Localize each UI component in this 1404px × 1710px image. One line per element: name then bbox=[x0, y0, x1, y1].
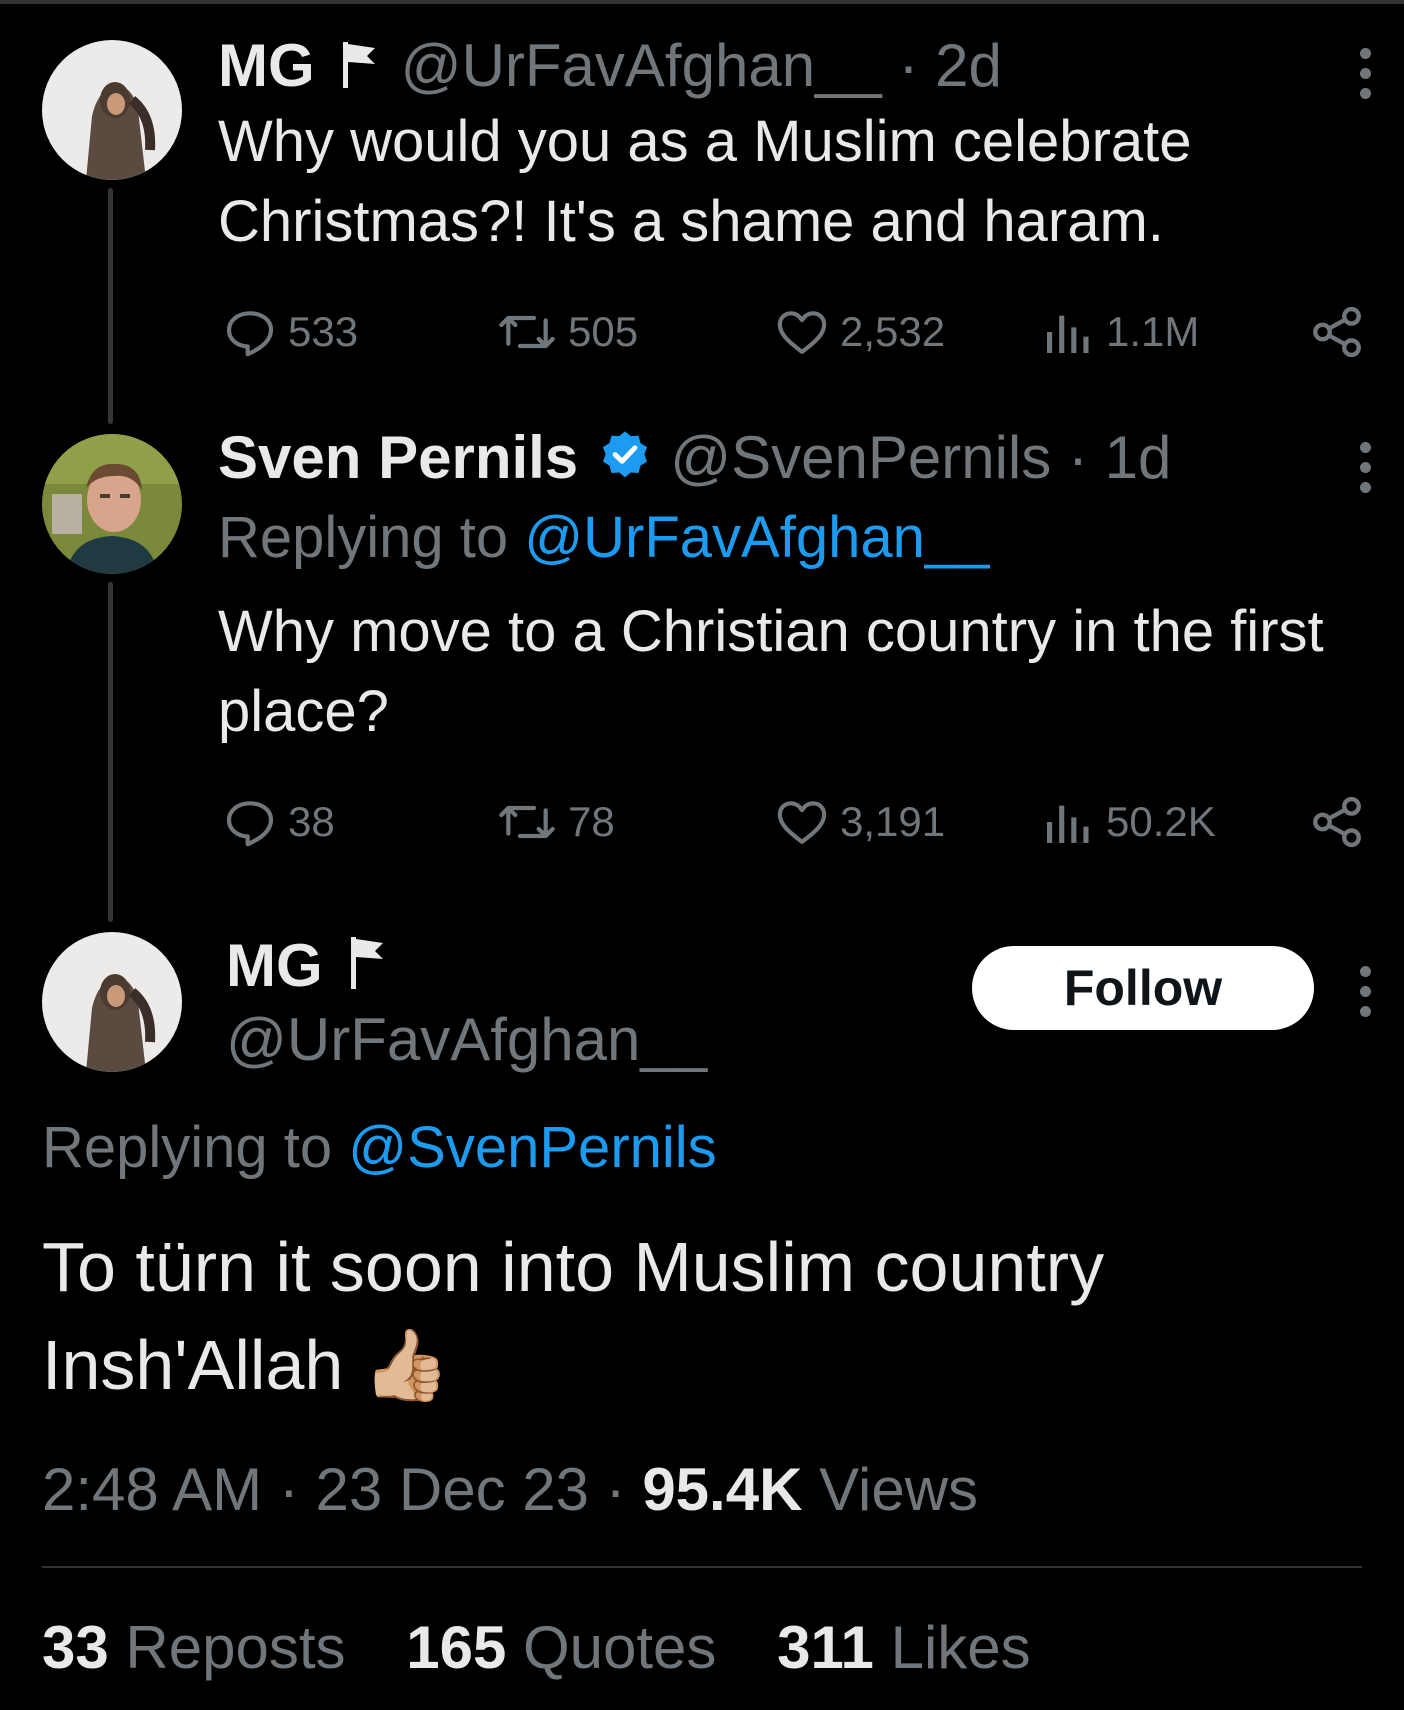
views-count: 1.1M bbox=[1106, 308, 1200, 355]
thread-connector-2 bbox=[108, 582, 113, 922]
avatar-mg-image bbox=[42, 40, 182, 180]
main-views-label: Views bbox=[802, 1456, 979, 1523]
share-button[interactable] bbox=[1308, 792, 1376, 852]
tweet2-more-icon[interactable] bbox=[1360, 442, 1374, 502]
tweet1-text: Why would you as a Muslim celebrate Chri… bbox=[218, 109, 1192, 254]
tweet2-text: Why move to a Christian country in the f… bbox=[218, 599, 1324, 744]
views-button[interactable]: 1.1M bbox=[1040, 302, 1199, 362]
reply-icon bbox=[226, 311, 274, 357]
main-tweet-text-content: To türn it soon into Muslim country Insh… bbox=[42, 1228, 1105, 1404]
quotes-stat[interactable]: 165 Quotes bbox=[406, 1614, 716, 1681]
follow-button[interactable]: Follow bbox=[972, 946, 1314, 1030]
tweet2-replying-to: Replying to @UrFavAfghan__ bbox=[218, 502, 989, 574]
main-more-icon[interactable] bbox=[1360, 966, 1374, 1026]
repost-button[interactable]: 505 bbox=[496, 302, 638, 362]
reply-button[interactable]: 38 bbox=[222, 792, 335, 852]
reply-button[interactable]: 533 bbox=[222, 302, 358, 362]
separator-dot: · bbox=[605, 1456, 626, 1523]
avatar-mg-main[interactable] bbox=[42, 932, 182, 1072]
share-icon bbox=[1313, 306, 1361, 358]
tweet1-author-name[interactable]: MG bbox=[218, 32, 315, 99]
main-views-count: 95.4K bbox=[642, 1456, 803, 1523]
like-icon bbox=[777, 801, 827, 844]
tweet2-actions: 38 78 3,191 50.2K bbox=[218, 792, 1368, 852]
repost-count: 78 bbox=[568, 798, 615, 845]
like-count: 3,191 bbox=[840, 798, 946, 845]
separator-dot: · bbox=[1067, 424, 1088, 491]
repost-count: 505 bbox=[568, 308, 639, 355]
reposts-label: Reposts bbox=[108, 1614, 346, 1681]
quotes-label: Quotes bbox=[506, 1614, 717, 1681]
repost-icon bbox=[499, 805, 555, 839]
replying-prefix: Replying to bbox=[218, 505, 525, 570]
main-tweet-meta: 2:48 AM · 23 Dec 23 · 95.4K Views bbox=[42, 1452, 978, 1528]
views-count: 50.2K bbox=[1106, 798, 1216, 845]
likes-label: Likes bbox=[873, 1614, 1031, 1681]
flag-icon bbox=[347, 933, 387, 1007]
main-author-name[interactable]: MG bbox=[226, 932, 323, 999]
replying-to-link[interactable]: @UrFavAfghan__ bbox=[524, 505, 989, 570]
separator-dot: · bbox=[898, 32, 919, 99]
tweet2-timestamp[interactable]: 1d bbox=[1105, 424, 1172, 491]
avatar-sven-image bbox=[42, 434, 182, 574]
like-button[interactable]: 3,191 bbox=[774, 792, 945, 852]
tweet1-timestamp[interactable]: 2d bbox=[935, 32, 1002, 99]
reposts-stat[interactable]: 33 Reposts bbox=[42, 1614, 346, 1681]
main-timestamp[interactable]: 2:48 AM bbox=[42, 1456, 262, 1523]
repost-icon bbox=[499, 315, 555, 349]
main-tweet-text: To türn it soon into Muslim country Insh… bbox=[42, 1218, 1362, 1414]
views-icon bbox=[1047, 805, 1089, 843]
repost-button[interactable]: 78 bbox=[496, 792, 615, 852]
like-icon bbox=[777, 311, 827, 354]
avatar-sven[interactable] bbox=[42, 434, 182, 574]
flag-icon bbox=[339, 34, 379, 106]
thread-connector bbox=[108, 188, 113, 424]
reply-icon bbox=[226, 801, 274, 847]
separator-dot: · bbox=[278, 1456, 299, 1523]
top-divider bbox=[0, 0, 1404, 4]
main-tweet-name-row: MG bbox=[226, 930, 409, 1007]
reply-count: 38 bbox=[288, 798, 335, 845]
tweet2-header: Sven Pernils @SvenPernils · 1d bbox=[218, 422, 1171, 498]
main-date[interactable]: 23 Dec 23 bbox=[315, 1456, 589, 1523]
tweet1-actions: 533 505 2,532 1.1M bbox=[218, 302, 1368, 362]
share-button[interactable] bbox=[1308, 302, 1376, 362]
views-icon bbox=[1047, 315, 1089, 353]
like-button[interactable]: 2,532 bbox=[774, 302, 945, 362]
verified-badge-icon bbox=[598, 426, 652, 498]
avatar-mg[interactable] bbox=[42, 40, 182, 180]
tweet1-header: MG @UrFavAfghan__ · 2d bbox=[218, 30, 1002, 106]
likes-count: 311 bbox=[777, 1614, 874, 1681]
stats-divider bbox=[42, 1566, 1362, 1568]
like-count: 2,532 bbox=[840, 308, 946, 355]
replying-to-link[interactable]: @SvenPernils bbox=[348, 1115, 716, 1180]
main-author-handle[interactable]: @UrFavAfghan__ bbox=[226, 1006, 707, 1073]
tweet1-handle[interactable]: @UrFavAfghan__ bbox=[401, 32, 882, 99]
tweet2-author-name[interactable]: Sven Pernils bbox=[218, 424, 578, 491]
tweet1-more-icon[interactable] bbox=[1360, 48, 1374, 108]
reply-count: 533 bbox=[288, 308, 359, 355]
main-replying-to: Replying to @SvenPernils bbox=[42, 1112, 717, 1184]
quotes-count: 165 bbox=[406, 1614, 507, 1681]
likes-stat[interactable]: 311 Likes bbox=[777, 1614, 1031, 1681]
reposts-count: 33 bbox=[42, 1614, 109, 1681]
main-tweet-handle-row: @UrFavAfghan__ bbox=[226, 1004, 707, 1076]
engagement-stats: 33 Reposts 165 Quotes 311 Likes bbox=[42, 1610, 1075, 1686]
replying-prefix: Replying to bbox=[42, 1115, 349, 1180]
views-button[interactable]: 50.2K bbox=[1040, 792, 1216, 852]
share-icon bbox=[1313, 796, 1361, 848]
thumbs-up-emoji: 👍🏼 bbox=[362, 1326, 450, 1404]
avatar-mg-main-image bbox=[42, 932, 182, 1072]
tweet2-handle[interactable]: @SvenPernils bbox=[670, 424, 1051, 491]
